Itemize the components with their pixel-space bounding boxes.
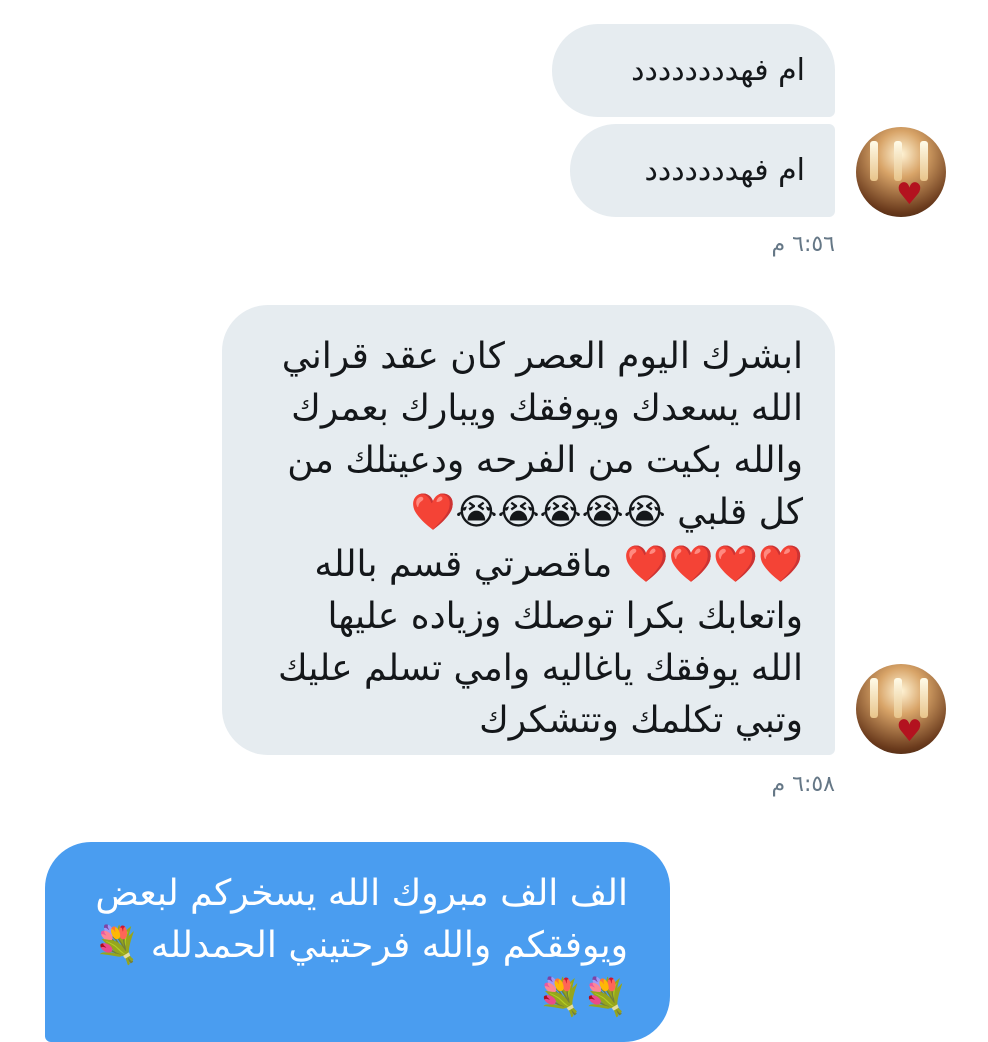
message-text: ام فهددددددد [644, 153, 805, 188]
sender-avatar[interactable]: ♥ [856, 127, 946, 217]
message-text-line: كل قلبي 😭😭😭😭😭❤️ [410, 492, 803, 533]
candle-icon [870, 678, 878, 718]
heart-icon: ♥ [896, 714, 923, 749]
sender-avatar[interactable]: ♥ [856, 664, 946, 754]
message-bubble-outgoing[interactable]: الف الف مبروك الله يسخركم لبعض ويوفقكم و… [45, 842, 670, 1042]
message-timestamp: ٦:٥٦ م [771, 232, 836, 257]
message-text-line: الله يوفقك ياغاليه وامي تسلم عليك [278, 648, 803, 689]
message-bubble-incoming[interactable]: ام فهدددددددد [552, 24, 835, 117]
message-text-line: الله يسعدك ويوفقك ويبارك بعمرك [291, 388, 803, 429]
candle-icon [894, 678, 902, 718]
message-text: ام فهدددددددد [631, 53, 805, 88]
message-text-line: الف الف مبروك الله يسخركم لبعض [95, 873, 628, 914]
heart-icon: ♥ [896, 177, 923, 212]
message-bubble-incoming[interactable]: ام فهددددددد [570, 124, 835, 217]
message-text-line: ابشرك اليوم العصر كان عقد قراني [281, 336, 803, 377]
message-text-line: والله بكيت من الفرحه ودعيتلك من [287, 440, 803, 481]
message-text-line: وتبي تكلمك وتتشكرك [479, 700, 803, 741]
candle-icon [920, 141, 928, 181]
message-text-line: ❤️❤️❤️❤️ ماقصرتي قسم بالله [314, 544, 803, 585]
message-text-line: واتعابك بكرا توصلك وزياده عليها [327, 596, 803, 637]
message-bubble-incoming[interactable]: ابشرك اليوم العصر كان عقد قراني الله يسع… [222, 305, 835, 755]
message-text-line: ويوفقكم والله فرحتيني الحمدلله 💐 [94, 925, 628, 966]
candle-icon [894, 141, 902, 181]
candle-icon [870, 141, 878, 181]
message-timestamp: ٦:٥٨ م [771, 772, 836, 797]
message-text-line: 💐💐 [538, 977, 628, 1018]
candle-icon [920, 678, 928, 718]
